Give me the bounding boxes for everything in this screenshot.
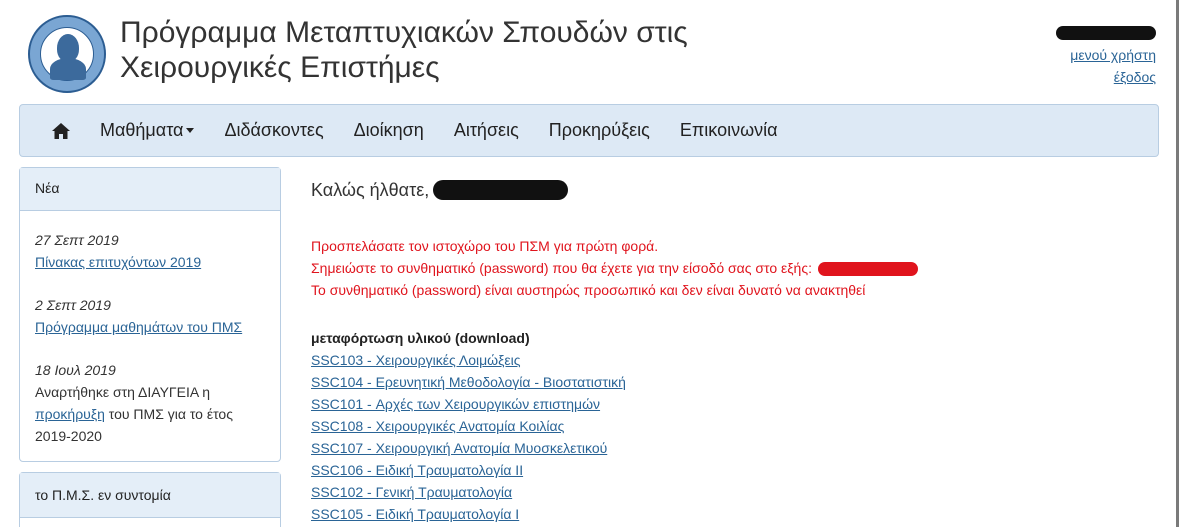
main-content: Καλώς ήλθατε, Προσπελάσατε τον ιστοχώρο … bbox=[311, 175, 1161, 525]
warning-line-1: Προσπελάσατε τον ιστοχώρο του ΠΣΜ για πρ… bbox=[311, 238, 659, 254]
download-link[interactable]: SSC103 - Χειρουργικές Λοιμώξεις bbox=[311, 349, 1161, 371]
logout-link[interactable]: έξοδος bbox=[1114, 69, 1156, 85]
news-panel-body: 27 Σεπτ 2019 Πίνακας επιτυχόντων 2019 2 … bbox=[20, 211, 280, 459]
news-link[interactable]: προκήρυξη bbox=[35, 406, 105, 422]
warning-line-3: Το συνθηματικό (password) είναι αυστηρώς… bbox=[311, 282, 866, 298]
news-text: Αναρτήθηκε στη ΔΙΑΥΓΕΙΑ η προκήρυξη του … bbox=[35, 381, 265, 447]
downloads-title: μεταφόρτωση υλικού (download) bbox=[311, 330, 530, 346]
user-links: μενού χρήστη έξοδος bbox=[1056, 22, 1156, 88]
download-link[interactable]: SSC105 - Ειδική Τραυματολογία Ι bbox=[311, 503, 1161, 525]
main-navbar: Μαθήματα Διδάσκοντες Διοίκηση Αιτήσεις Π… bbox=[19, 104, 1159, 157]
downloads-section: μεταφόρτωση υλικού (download) SSC103 - Χ… bbox=[311, 327, 1161, 525]
download-link[interactable]: SSC101 - Αρχές των Χειρουργικών επιστημώ… bbox=[311, 393, 1161, 415]
redacted-password bbox=[817, 262, 918, 277]
download-link[interactable]: SSC107 - Χειρουργική Ανατομία Μυοσκελετι… bbox=[311, 437, 1161, 459]
home-icon bbox=[52, 122, 70, 139]
site-title-line1: Πρόγραμμα Μεταπτυχιακών Σπουδών στις bbox=[120, 16, 688, 49]
download-link[interactable]: SSC106 - Ειδική Τραυματολογία ΙΙ bbox=[311, 459, 1161, 481]
summary-panel: το Π.Μ.Σ. εν συντομία bbox=[19, 472, 281, 527]
redacted-username bbox=[1056, 26, 1156, 41]
news-item: 18 Ιουλ 2019 Αναρτήθηκε στη ΔΙΑΥΓΕΙΑ η π… bbox=[35, 359, 265, 447]
nav-contact[interactable]: Επικοινωνία bbox=[680, 120, 778, 141]
nav-announcements[interactable]: Προκηρύξεις bbox=[549, 120, 650, 141]
news-panel: Νέα 27 Σεπτ 2019 Πίνακας επιτυχόντων 201… bbox=[19, 167, 281, 462]
summary-panel-title: το Π.Μ.Σ. εν συντομία bbox=[20, 473, 280, 518]
news-item: 27 Σεπτ 2019 Πίνακας επιτυχόντων 2019 bbox=[35, 229, 265, 273]
news-item: 2 Σεπτ 2019 Πρόγραμμα μαθημάτων του ΠΜΣ bbox=[35, 294, 265, 338]
logo-seal bbox=[40, 27, 94, 81]
welcome-message: Καλώς ήλθατε, bbox=[311, 175, 1161, 205]
news-text-before: Αναρτήθηκε στη ΔΙΑΥΓΕΙΑ η bbox=[35, 384, 211, 400]
first-visit-warning: Προσπελάσατε τον ιστοχώρο του ΠΣΜ για πρ… bbox=[311, 235, 1161, 301]
nav-home[interactable] bbox=[52, 122, 70, 139]
download-link[interactable]: SSC108 - Χειρουργικές Ανατομία Κοιλίας bbox=[311, 415, 1161, 437]
nav-courses[interactable]: Μαθήματα bbox=[100, 120, 195, 141]
user-menu-link[interactable]: μενού χρήστη bbox=[1070, 47, 1156, 63]
caret-down-icon bbox=[186, 128, 195, 133]
news-date: 27 Σεπτ 2019 bbox=[35, 232, 119, 248]
site-title: Πρόγραμμα Μεταπτυχιακών Σπουδών στις Χει… bbox=[120, 15, 760, 85]
news-date: 2 Σεπτ 2019 bbox=[35, 297, 111, 313]
news-link[interactable]: Πρόγραμμα μαθημάτων του ΠΜΣ bbox=[35, 319, 242, 335]
site-logo[interactable] bbox=[28, 15, 106, 93]
site-title-line2: Χειρουργικές Επιστήμες bbox=[120, 51, 440, 84]
nav-applications[interactable]: Αιτήσεις bbox=[454, 120, 519, 141]
welcome-text: Καλώς ήλθατε, bbox=[311, 179, 430, 200]
nav-courses-label: Μαθήματα bbox=[100, 120, 184, 140]
download-link[interactable]: SSC104 - Ερευνητική Μεθοδολογία - Βιοστα… bbox=[311, 371, 1161, 393]
news-date: 18 Ιουλ 2019 bbox=[35, 362, 116, 378]
nav-administration[interactable]: Διοίκηση bbox=[354, 120, 424, 141]
redacted-user-name bbox=[433, 180, 569, 200]
news-panel-title: Νέα bbox=[20, 168, 280, 211]
warning-line-2: Σημειώστε το συνθηματικό (password) που … bbox=[311, 257, 1161, 279]
nav-instructors[interactable]: Διδάσκοντες bbox=[224, 120, 323, 141]
logo-bust-body bbox=[50, 58, 86, 80]
download-link[interactable]: SSC102 - Γενική Τραυματολογία bbox=[311, 481, 1161, 503]
warning-line-2-text: Σημειώστε το συνθηματικό (password) που … bbox=[311, 260, 812, 276]
news-link[interactable]: Πίνακας επιτυχόντων 2019 bbox=[35, 254, 201, 270]
